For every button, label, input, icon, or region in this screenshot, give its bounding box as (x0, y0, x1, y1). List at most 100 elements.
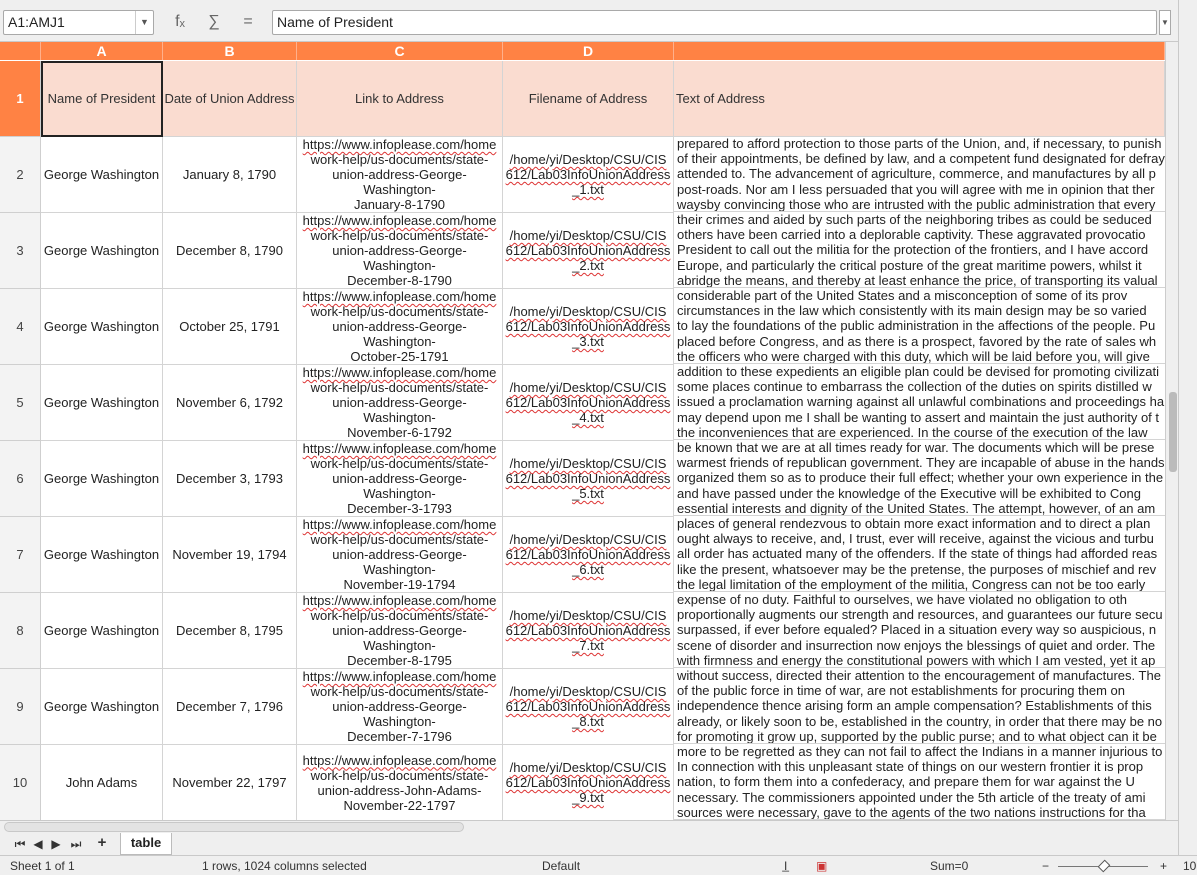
president-name-cell[interactable]: George Washington (41, 365, 163, 441)
spreadsheet-grid[interactable]: ABCD 1 Name of President Date of Union Add… (0, 42, 1165, 820)
filename-cell[interactable]: /home/yi/Desktop/CSU/CIS 612/Lab03InfoUni… (503, 669, 674, 745)
expand-formula-icon[interactable]: ▼ (1159, 10, 1171, 35)
address-text-cell[interactable]: prepared to afford protection to those p… (674, 136, 1165, 212)
address-link-cell[interactable]: https://www.infoplease.com/home work-help… (297, 441, 503, 517)
sheet-tab-table[interactable]: table (120, 833, 172, 855)
president-name-cell[interactable]: George Washington (41, 137, 163, 213)
filename-cell[interactable]: /home/yi/Desktop/CSU/CIS 612/Lab03InfoUni… (503, 593, 674, 669)
page-style[interactable]: Default (542, 859, 580, 873)
address-date-cell[interactable]: December 7, 1796 (163, 669, 297, 745)
header-cell[interactable]: Text of Address (674, 61, 1165, 137)
header-cell[interactable]: Name of President (41, 61, 163, 137)
president-name-cell[interactable]: George Washington (41, 517, 163, 593)
cell-line: _6.txt (572, 562, 604, 577)
row-header[interactable]: 7 (0, 517, 41, 593)
address-text-cell[interactable]: without success, directed their attentio… (674, 668, 1165, 744)
address-date-cell[interactable]: December 8, 1790 (163, 213, 297, 289)
filename-cell[interactable]: /home/yi/Desktop/CSU/CIS 612/Lab03InfoUni… (503, 745, 674, 820)
cell-line: ought always to receive, and, I trust, e… (677, 531, 1154, 547)
column-header-col-e[interactable] (674, 42, 1165, 60)
scrollbar-thumb[interactable] (1169, 392, 1177, 472)
address-text-cell[interactable]: considerable part of the United States a… (674, 288, 1165, 364)
next-sheet-icon[interactable]: ▶ (48, 837, 64, 851)
column-header-col-c[interactable]: C (297, 42, 503, 60)
row-header[interactable]: 2 (0, 137, 41, 213)
address-link-cell[interactable]: https://www.infoplease.com/home work-help… (297, 517, 503, 593)
address-date-cell[interactable]: November 19, 1794 (163, 517, 297, 593)
address-text-cell[interactable]: their crimes and aided by such parts of … (674, 212, 1165, 288)
select-all-corner[interactable] (0, 42, 41, 60)
filename-cell[interactable]: /home/yi/Desktop/CSU/CIS 612/Lab03InfoUni… (503, 365, 674, 441)
address-link-cell[interactable]: https://www.infoplease.com/home work-help… (297, 289, 503, 365)
address-text-cell[interactable]: be known that we are at all times ready … (674, 440, 1165, 516)
address-date-cell[interactable]: November 6, 1792 (163, 365, 297, 441)
function-wizard-icon[interactable]: fₓ (170, 13, 190, 31)
first-sheet-icon[interactable]: ⏮ (12, 837, 28, 852)
cell-line: /home/yi/Desktop/CSU/CIS (510, 228, 667, 243)
row-header[interactable]: 4 (0, 289, 41, 365)
spellcheck-underline: https://www.infoplease.com/home (302, 752, 497, 768)
name-box[interactable]: A1:AMJ1 ▼ (3, 10, 154, 35)
cell-line: _7.txt (572, 638, 604, 653)
president-name-cell[interactable]: George Washington (41, 213, 163, 289)
document-modified-icon[interactable]: ▣ (816, 859, 827, 873)
cell-line: /home/yi/Desktop/CSU/CIS (510, 532, 667, 547)
row-header[interactable]: 6 (0, 441, 41, 517)
address-date-cell[interactable]: November 22, 1797 (163, 745, 297, 820)
address-link-cell[interactable]: https://www.infoplease.com/home work-help… (297, 213, 503, 289)
equals-icon[interactable]: = (238, 13, 258, 31)
cell-line: the officers who were charged with this … (677, 348, 1150, 364)
zoom-in-icon[interactable]: + (1160, 859, 1167, 873)
address-text-cell[interactable]: addition to these expedients an eligible… (674, 364, 1165, 440)
horizontal-scrollbar[interactable] (4, 822, 464, 832)
filename-cell[interactable]: /home/yi/Desktop/CSU/CIS 612/Lab03InfoUni… (503, 289, 674, 365)
address-link-cell[interactable]: https://www.infoplease.com/home work-help… (297, 593, 503, 669)
row-header[interactable]: 10 (0, 745, 41, 820)
address-text-cell[interactable]: more to be regretted as they can not fai… (674, 744, 1165, 820)
header-cell[interactable]: Filename of Address (503, 61, 674, 137)
spellcheck-underline: _8.txt (572, 714, 604, 729)
last-sheet-icon[interactable]: ⏭ (68, 837, 84, 852)
add-sheet-icon[interactable]: + (94, 834, 110, 851)
column-header-col-d[interactable]: D (503, 42, 674, 60)
president-name-cell[interactable]: John Adams (41, 745, 163, 820)
header-cell[interactable]: Date of Union Address (163, 61, 297, 137)
filename-cell[interactable]: /home/yi/Desktop/CSU/CIS 612/Lab03InfoUni… (503, 441, 674, 517)
row-header[interactable]: 9 (0, 669, 41, 745)
zoom-slider-knob[interactable] (1097, 859, 1111, 873)
filename-cell[interactable]: /home/yi/Desktop/CSU/CIS 612/Lab03InfoUni… (503, 517, 674, 593)
row-header[interactable]: 8 (0, 593, 41, 669)
filename-cell[interactable]: /home/yi/Desktop/CSU/CIS 612/Lab03InfoUni… (503, 213, 674, 289)
address-text-cell[interactable]: places of general rendezvous to obtain m… (674, 516, 1165, 592)
zoom-value[interactable]: 10 (1183, 859, 1196, 873)
prev-sheet-icon[interactable]: ◀ (30, 837, 46, 851)
address-text-cell[interactable]: expense of no duty. Faithful to ourselve… (674, 592, 1165, 668)
input-mode-icon[interactable]: I̲ (784, 859, 787, 873)
address-date-cell[interactable]: October 25, 1791 (163, 289, 297, 365)
vertical-scrollbar[interactable] (1165, 42, 1178, 820)
row-header[interactable]: 5 (0, 365, 41, 441)
president-name-cell[interactable]: George Washington (41, 593, 163, 669)
chevron-down-icon[interactable]: ▼ (135, 11, 153, 34)
sum-icon[interactable]: ∑ (204, 13, 224, 31)
address-link-cell[interactable]: https://www.infoplease.com/home work-help… (297, 745, 503, 820)
column-header-col-b[interactable]: B (163, 42, 297, 60)
column-header-col-a[interactable]: A (41, 42, 163, 60)
address-date-cell[interactable]: January 8, 1790 (163, 137, 297, 213)
president-name-cell[interactable]: George Washington (41, 441, 163, 517)
address-link-cell[interactable]: https://www.infoplease.com/home work-help… (297, 365, 503, 441)
address-link-cell[interactable]: https://www.infoplease.com/home work-help… (297, 669, 503, 745)
president-name-cell[interactable]: George Washington (41, 669, 163, 745)
row-header[interactable]: 3 (0, 213, 41, 289)
zoom-out-icon[interactable]: − (1042, 859, 1049, 873)
header-cell[interactable]: Link to Address (297, 61, 503, 137)
sum-display[interactable]: Sum=0 (930, 859, 968, 873)
row-header[interactable]: 1 (0, 61, 41, 137)
formula-input[interactable]: Name of President (272, 10, 1157, 35)
address-link-cell[interactable]: https://www.infoplease.com/home work-help… (297, 137, 503, 213)
filename-cell[interactable]: /home/yi/Desktop/CSU/CIS 612/Lab03InfoUni… (503, 137, 674, 213)
president-name-cell[interactable]: George Washington (41, 289, 163, 365)
address-date-cell[interactable]: December 3, 1793 (163, 441, 297, 517)
spellcheck-underline: 612/Lab03InfoUnionAddress (505, 167, 671, 182)
address-date-cell[interactable]: December 8, 1795 (163, 593, 297, 669)
